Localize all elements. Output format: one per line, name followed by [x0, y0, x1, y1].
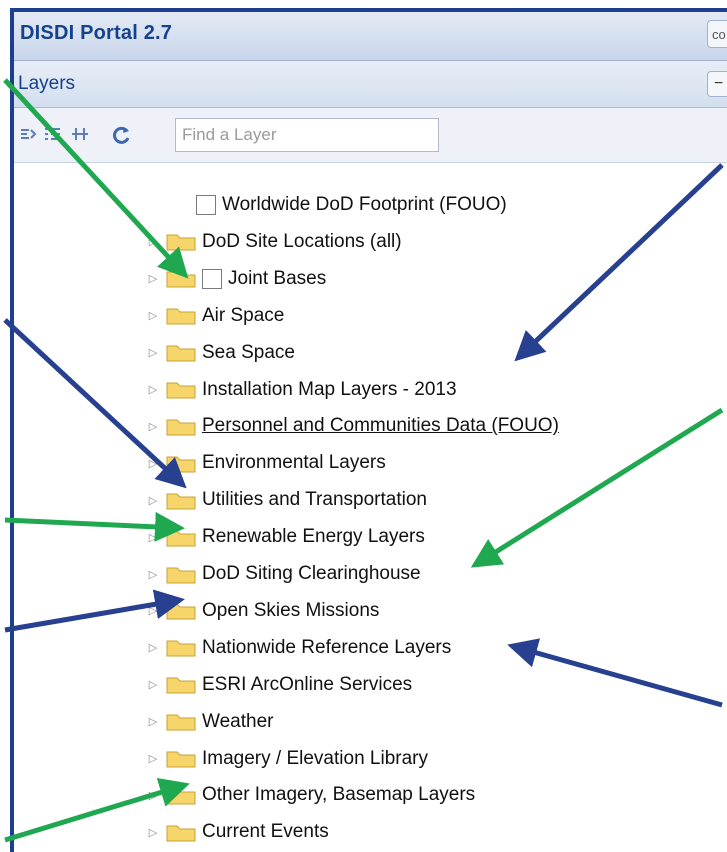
layer-label[interactable]: Utilities and Transportation [202, 489, 427, 511]
expand-triangle-icon[interactable]: ▷ [146, 564, 160, 584]
collapse-panel-button[interactable]: − [707, 71, 727, 97]
folder-icon [166, 306, 196, 325]
folder-icon [166, 380, 196, 399]
expand-triangle-icon[interactable]: ▷ [146, 269, 160, 289]
layers-header: Layers − [14, 61, 727, 108]
folder-icon [166, 675, 196, 694]
expand-triangle-icon[interactable]: ▷ [146, 749, 160, 769]
expand-triangle-icon[interactable]: ▷ [146, 453, 160, 473]
expand-all-icon[interactable] [18, 124, 38, 144]
layer-tree-row[interactable]: ▷ DoD Siting Clearinghouse [146, 559, 421, 589]
expand-triangle-icon[interactable]: ▷ [146, 416, 160, 436]
layer-label[interactable]: Other Imagery, Basemap Layers [202, 784, 475, 806]
layer-label[interactable]: Personnel and Communities Data (FOUO) [202, 415, 559, 437]
layer-label[interactable]: Imagery / Elevation Library [202, 748, 428, 770]
expand-triangle-icon[interactable]: ▷ [146, 601, 160, 621]
expand-triangle-icon[interactable]: ▷ [146, 380, 160, 400]
folder-icon [166, 638, 196, 657]
layer-label[interactable]: Sea Space [202, 342, 295, 364]
expand-triangle-icon[interactable]: ▷ [146, 527, 160, 547]
folder-icon [166, 454, 196, 473]
layers-toolbar [14, 108, 727, 163]
folder-icon [166, 417, 196, 436]
layer-label[interactable]: ESRI ArcOnline Services [202, 674, 412, 696]
layers-header-label: Layers [18, 73, 76, 94]
layer-label[interactable]: Open Skies Missions [202, 600, 379, 622]
layer-label[interactable]: DoD Site Locations (all) [202, 231, 402, 253]
expand-triangle-icon[interactable]: ▷ [146, 822, 160, 842]
expand-triangle-icon[interactable]: ▷ [146, 490, 160, 510]
expand-triangle-icon[interactable]: ▷ [146, 638, 160, 658]
layer-label[interactable]: Air Space [202, 305, 284, 327]
folder-icon [166, 749, 196, 768]
layer-tree-row[interactable]: ▷ Sea Space [146, 338, 295, 368]
folder-icon [166, 269, 196, 288]
layer-tree-row[interactable]: ▷ Nationwide Reference Layers [146, 633, 451, 663]
expand-triangle-icon[interactable]: ▷ [146, 675, 160, 695]
folder-icon [166, 823, 196, 842]
layer-checkbox[interactable] [202, 268, 222, 289]
layer-tree-row[interactable]: ▷ Current Events [146, 817, 329, 847]
folder-icon [166, 601, 196, 620]
layer-tree-row[interactable]: ▷ Imagery / Elevation Library [146, 744, 428, 774]
folder-icon [166, 528, 196, 547]
layer-label[interactable]: Nationwide Reference Layers [202, 637, 451, 659]
list-icon[interactable] [42, 124, 62, 144]
layer-label[interactable]: Weather [202, 711, 273, 733]
title-bar: DISDI Portal 2.7 co [14, 12, 727, 61]
folder-icon [166, 232, 196, 251]
expand-triangle-icon[interactable]: ▷ [146, 306, 160, 326]
expand-triangle-icon[interactable]: ▷ [146, 712, 160, 732]
expand-triangle-icon[interactable]: ▷ [146, 343, 160, 363]
layer-tree-row[interactable]: ▷ Personnel and Communities Data (FOUO) [146, 411, 559, 441]
layer-tree-row[interactable]: ▷ Air Space [146, 301, 285, 331]
layer-checkbox[interactable] [196, 195, 216, 215]
folder-icon [166, 712, 196, 731]
layer-label[interactable]: Joint Bases [228, 268, 326, 290]
layer-label[interactable]: Current Events [202, 821, 329, 843]
collapse-all-icon[interactable] [70, 124, 90, 144]
folder-icon [166, 343, 196, 362]
app-title: DISDI Portal 2.7 [20, 22, 173, 44]
layer-tree: Worldwide DoD Footprint (FOUO) ▷ DoD Site … [14, 163, 727, 852]
layer-tree-row[interactable]: ▷ Joint Bases [146, 264, 326, 294]
refresh-icon[interactable] [110, 124, 130, 144]
layer-label[interactable]: DoD Siting Clearinghouse [202, 563, 421, 585]
find-layer-input[interactable] [175, 118, 439, 152]
layer-label[interactable]: Installation Map Layers - 2013 [202, 379, 457, 401]
layer-label[interactable]: Renewable Energy Layers [202, 526, 425, 548]
expand-triangle-icon[interactable]: ▷ [146, 785, 160, 805]
title-bar-button[interactable]: co [707, 20, 727, 48]
folder-icon [166, 565, 196, 584]
layer-tree-row[interactable]: ▷ Open Skies Missions [146, 596, 380, 626]
layer-tree-row[interactable]: Worldwide DoD Footprint (FOUO) [196, 190, 507, 220]
folder-icon [166, 491, 196, 510]
layer-tree-row[interactable]: ▷ DoD Site Locations (all) [146, 227, 402, 257]
layer-tree-row[interactable]: ▷ Renewable Energy Layers [146, 522, 425, 552]
layer-label[interactable]: Worldwide DoD Footprint (FOUO) [222, 194, 507, 216]
layer-tree-row[interactable]: ▷ Installation Map Layers - 2013 [146, 375, 457, 405]
expand-triangle-icon[interactable]: ▷ [146, 232, 160, 252]
layer-tree-row[interactable]: ▷ Other Imagery, Basemap Layers [146, 780, 475, 810]
layer-tree-row[interactable]: ▷ ESRI ArcOnline Services [146, 670, 412, 700]
layer-tree-row[interactable]: ▷ Weather [146, 707, 274, 737]
layer-tree-row[interactable]: ▷ Utilities and Transportation [146, 485, 427, 515]
folder-icon [166, 786, 196, 805]
layer-tree-row[interactable]: ▷ Environmental Layers [146, 448, 386, 478]
layers-panel: DISDI Portal 2.7 co Layers − Worldwide D… [10, 8, 727, 852]
layer-label[interactable]: Environmental Layers [202, 452, 386, 474]
